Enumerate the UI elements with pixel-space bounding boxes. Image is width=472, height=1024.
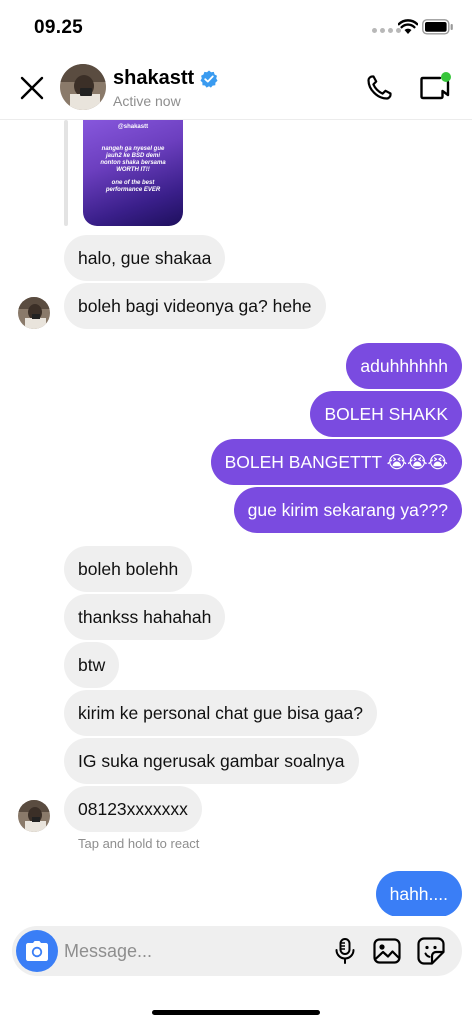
react-hint: Tap and hold to react [78, 836, 200, 851]
reply-bar [64, 120, 68, 226]
sticker-icon[interactable] [416, 936, 446, 966]
battery-icon [422, 19, 453, 35]
status-bar: 09.25 [0, 0, 472, 56]
story-caption-line-1: nangeh ga nyesel gue [101, 146, 165, 152]
message-bubble-outgoing[interactable]: BOLEH SHAKK [310, 391, 462, 437]
contact-name[interactable]: shakastt [113, 67, 218, 90]
sender-avatar[interactable] [18, 297, 50, 329]
sender-avatar[interactable] [18, 800, 50, 832]
message-bubble-incoming[interactable]: kirim ke personal chat gue bisa gaa? [64, 690, 378, 736]
contact-name-text: shakastt [113, 67, 195, 89]
message-input[interactable] [64, 934, 324, 968]
verified-icon [200, 70, 218, 88]
message-bubble-incoming[interactable]: boleh bolehh [64, 546, 193, 592]
wifi-icon [398, 19, 418, 34]
story-handle: @shakastt [117, 124, 149, 130]
cellular-signal-icon [372, 28, 401, 33]
home-indicator[interactable] [152, 1010, 320, 1015]
message-bubble-incoming[interactable]: halo, gue shakaa [64, 235, 226, 281]
phone-call-icon[interactable] [364, 73, 394, 103]
story-caption-line-4: WORTH IT!! [116, 167, 150, 173]
message-thread[interactable]: @shakastt nangeh ga nyesel gue jauh2 ke … [0, 120, 472, 916]
message-bubble-outgoing[interactable]: gue kirim sekarang ya??? [233, 487, 462, 533]
status-time: 09.25 [34, 17, 84, 38]
shared-story-thumbnail[interactable]: @shakastt nangeh ga nyesel gue jauh2 ke … [83, 120, 183, 226]
story-caption-line-3: nonton shaka bersama [100, 160, 166, 166]
story-caption-bottom-2: performance EVER [105, 187, 161, 193]
camera-icon [26, 941, 48, 961]
gallery-icon[interactable] [372, 936, 402, 966]
message-bubble-incoming[interactable]: IG suka ngerusak gambar soalnya [64, 738, 359, 784]
contact-avatar[interactable] [60, 64, 106, 110]
message-bubble-incoming[interactable]: btw [64, 642, 120, 688]
story-caption-line-2: jauh2 ke BSD demi [105, 153, 161, 159]
message-bubble-outgoing[interactable]: hahh.... [375, 871, 462, 916]
camera-button[interactable] [16, 930, 58, 972]
chat-header: shakastt Active now [0, 56, 472, 120]
message-bubble-incoming[interactable]: boleh bagi videonya ga? hehe [64, 283, 326, 329]
microphone-icon[interactable] [330, 936, 360, 966]
close-icon[interactable] [18, 74, 46, 102]
message-bubble-outgoing[interactable]: BOLEH BANGETTT 😭😭😭 [210, 439, 462, 485]
contact-active-status: Active now [113, 93, 181, 109]
message-bubble-incoming[interactable]: 08123xxxxxxx [64, 786, 202, 832]
message-bubble-incoming[interactable]: thankss hahahah [64, 594, 226, 640]
message-composer [12, 926, 462, 976]
story-caption-bottom-1: one of the best [111, 180, 155, 186]
message-bubble-outgoing[interactable]: aduhhhhhh [346, 343, 462, 389]
video-call-icon[interactable] [418, 70, 452, 104]
